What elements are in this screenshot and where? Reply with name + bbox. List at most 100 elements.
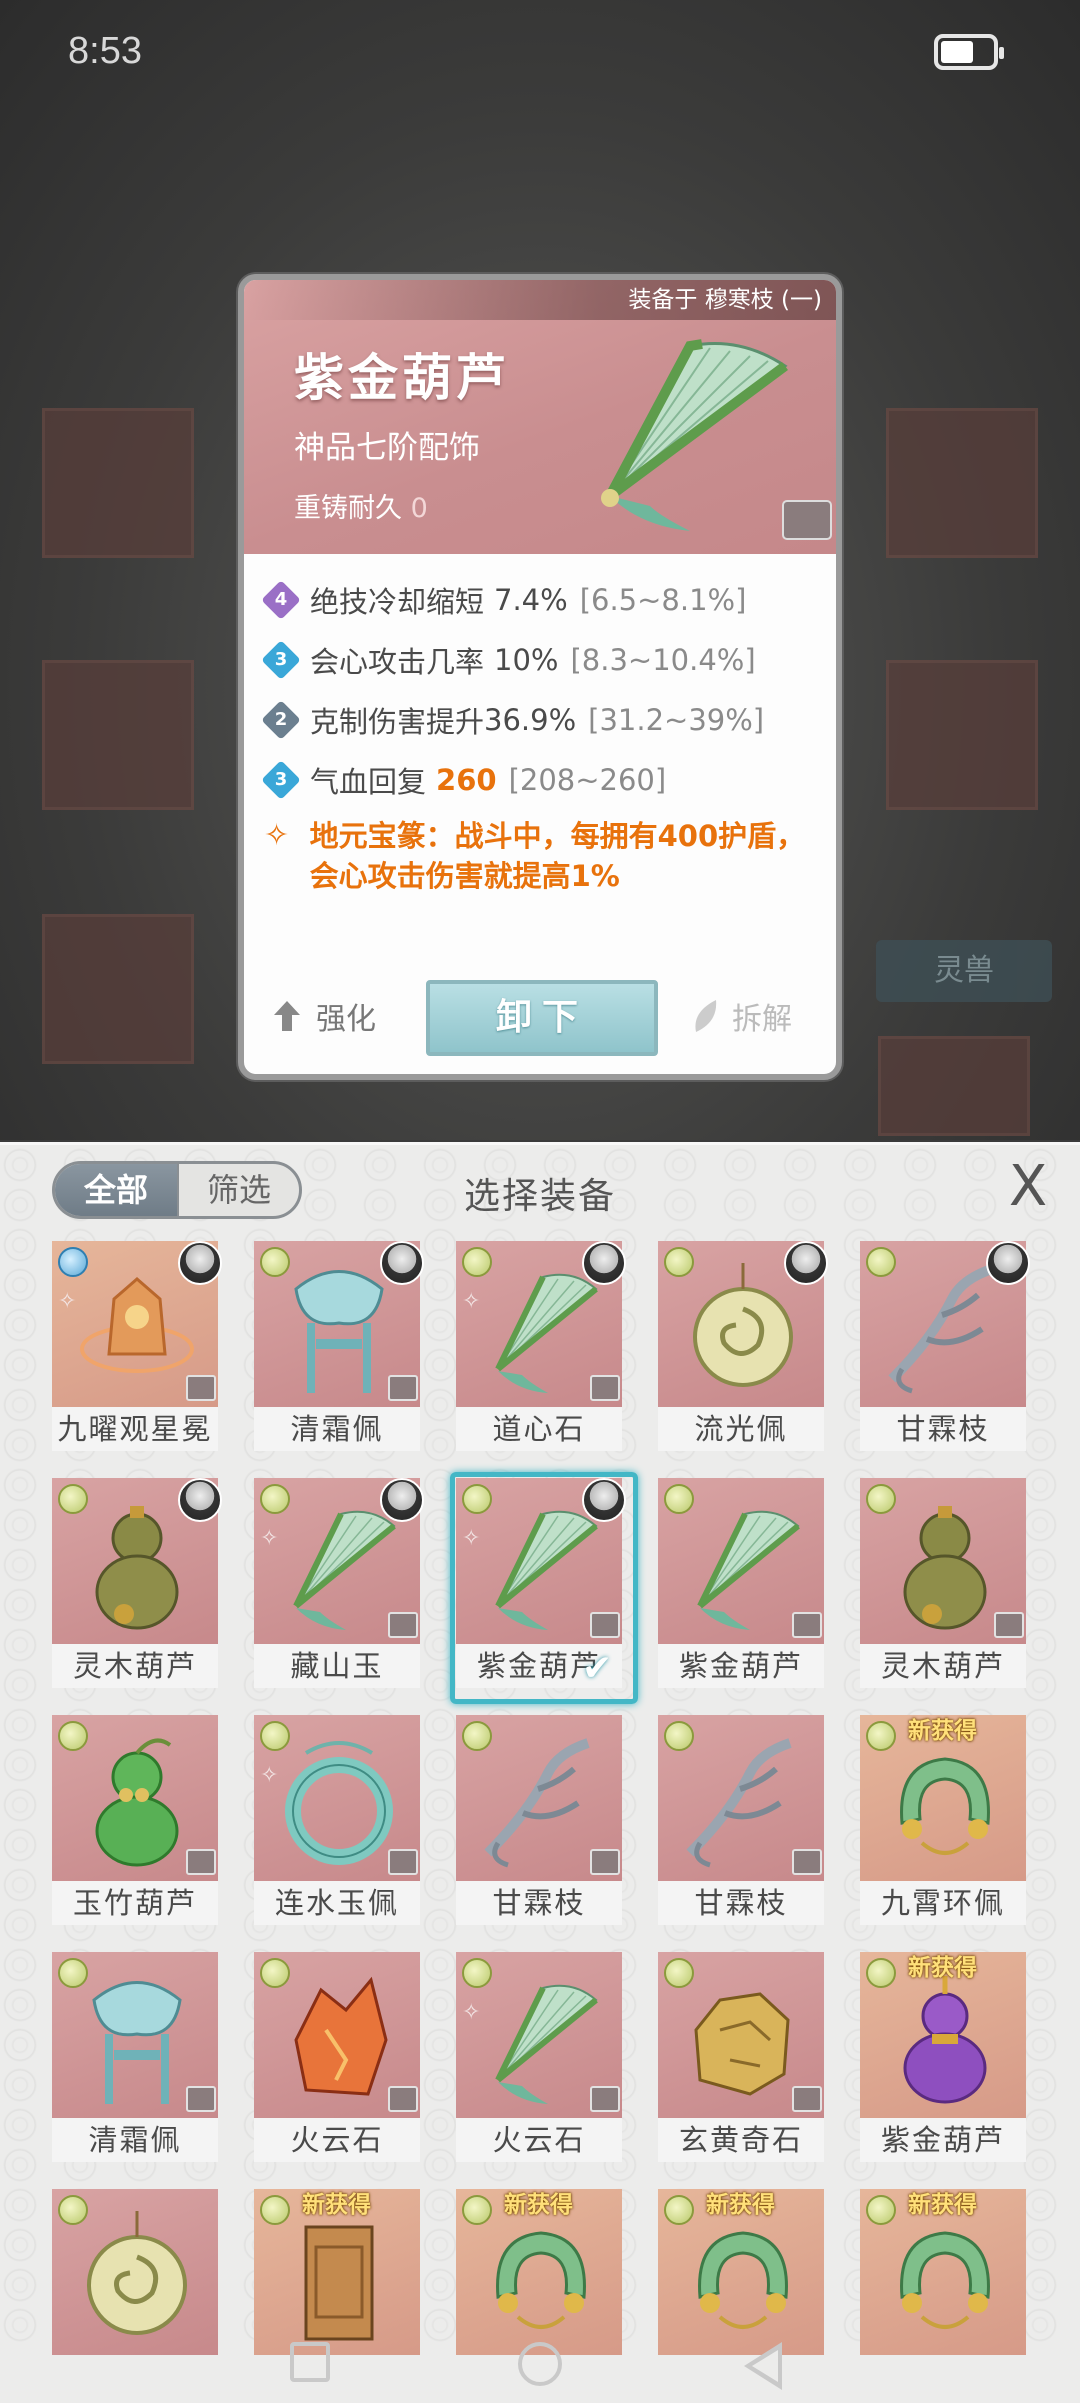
lock-icon[interactable] [782, 500, 832, 540]
equipment-slot[interactable]: ✧ 火云石 [454, 1950, 624, 2164]
equipment-card: ✧ [254, 1715, 420, 1881]
equipment-card [254, 1952, 420, 2118]
lock-icon [994, 1612, 1024, 1638]
gold-rock-icon [680, 1970, 806, 2108]
lock-icon [792, 1849, 822, 1875]
lock-icon [388, 1375, 418, 1401]
upgrade-button[interactable]: 强化 [272, 994, 376, 1038]
tier-icon [260, 2195, 290, 2225]
stat-range: [8.3~10.4%] [570, 643, 756, 677]
equipment-slot[interactable]: 新获得 九霄环佩 [858, 1713, 1028, 1927]
equipment-slot[interactable]: ✧ 连水玉佩 [252, 1713, 422, 1927]
fan-icon [478, 1496, 604, 1634]
equipment-card [658, 1715, 824, 1881]
crown-icon [74, 1259, 200, 1397]
unequip-button[interactable]: 卸下 [426, 980, 658, 1056]
back-icon[interactable] [744, 2342, 782, 2390]
equipment-card [52, 1478, 222, 1644]
lock-icon [792, 2086, 822, 2112]
equipment-name: 火云石 [456, 2118, 622, 2162]
equipment-slot[interactable]: 甘霖枝 [454, 1713, 624, 1927]
equipment-name: 火云石 [254, 2118, 420, 2162]
equipment-slot[interactable]: 玄黄奇石 [656, 1950, 826, 2164]
stat-range: [31.2~39%] [588, 703, 765, 737]
system-nav-bar [0, 2320, 1080, 2403]
equipment-slot[interactable]: 紫金葫芦 [656, 1476, 826, 1690]
equipment-slot[interactable]: 新获得 紫金葫芦 [858, 1950, 1028, 2164]
tier-icon [260, 1247, 290, 1277]
tier-icon [58, 1721, 88, 1751]
equipment-slot[interactable]: ✧ 九曜观星冕 [50, 1239, 222, 1453]
bg-slot [886, 660, 1038, 810]
flame-rock-icon [276, 1970, 402, 2108]
stat-value: 7.4% [494, 583, 568, 617]
tier-icon [260, 1958, 290, 1988]
lock-icon [590, 2086, 620, 2112]
set-effect-icon: ✧ [260, 1526, 279, 1551]
branch-icon [478, 1733, 604, 1871]
lock-icon [388, 2086, 418, 2112]
equipment-slot[interactable]: ✧ 紫金葫芦 ✔ [450, 1472, 638, 1704]
tier-icon [866, 2195, 896, 2225]
battery-icon [934, 34, 1004, 70]
equipment-slot[interactable]: 甘霖枝 [656, 1713, 826, 1927]
tier-icon [260, 1484, 290, 1514]
lock-icon [792, 1612, 822, 1638]
stat-level-badge: 3 [261, 760, 301, 800]
disc-icon [680, 1259, 806, 1397]
equipped-hero-avatar [178, 1478, 222, 1522]
equipment-card [860, 1241, 1030, 1407]
new-badge: 新获得 [908, 1718, 977, 1744]
equipment-card: 新获得 [860, 1952, 1026, 2118]
equipped-hero-avatar [582, 1478, 626, 1522]
equipped-hero-avatar [178, 1241, 222, 1285]
equipment-card: ✧ [52, 1241, 222, 1407]
equipment-name: 甘霖枝 [456, 1881, 622, 1925]
new-badge: 新获得 [908, 1955, 977, 1981]
lock-icon [186, 1849, 216, 1875]
equipment-card [52, 1952, 218, 2118]
equipment-slot[interactable]: 甘霖枝 [858, 1239, 1030, 1453]
bg-slot [886, 408, 1038, 558]
equipment-slot[interactable]: 清霜佩 [50, 1950, 220, 2164]
equipment-slot[interactable]: 清霜佩 [252, 1239, 424, 1453]
special-effect-text: 地元宝篆：战斗中，每拥有400护盾，会心攻击伤害就提高1% [309, 819, 806, 893]
stat-value: 10% [494, 643, 559, 677]
tier-icon [462, 1247, 492, 1277]
jade-knot-icon [74, 1970, 200, 2108]
set-effect-icon: ✧ [462, 1526, 481, 1551]
equipment-slot[interactable]: 火云石 [252, 1950, 422, 2164]
tier-icon [866, 1958, 896, 1988]
recents-icon[interactable] [290, 2342, 330, 2382]
equipped-hero-avatar [986, 1241, 1030, 1285]
equipped-hero-avatar [784, 1241, 828, 1285]
reforge-value: 0 [410, 493, 428, 524]
equipment-name: 九曜观星冕 [52, 1407, 218, 1451]
equipment-name: 玄黄奇石 [658, 2118, 824, 2162]
equipped-hero-avatar [582, 1241, 626, 1285]
equipment-slot[interactable]: ✧ 藏山玉 [252, 1476, 424, 1690]
fan-icon [478, 1970, 604, 2108]
lock-icon [590, 1849, 620, 1875]
tier-icon [866, 1247, 896, 1277]
fan-icon [276, 1496, 402, 1634]
tier-icon [462, 2195, 492, 2225]
detail-header: 装备于 穆寒枝 (一) 紫金葫芦 神品七阶配饰 重铸耐久 0 [244, 280, 836, 554]
arrow-up-icon [274, 1001, 300, 1031]
equipment-slot[interactable]: ✧ 道心石 [454, 1239, 626, 1453]
equipment-slot[interactable]: 灵木葫芦 [50, 1476, 222, 1690]
equipment-slot[interactable]: 流光佩 [656, 1239, 828, 1453]
tier-icon [664, 1484, 694, 1514]
home-icon[interactable] [518, 2342, 562, 2386]
equipment-name: 灵木葫芦 [860, 1644, 1026, 1688]
equipment-slot[interactable]: 灵木葫芦 [858, 1476, 1028, 1690]
close-button[interactable]: X [1002, 1157, 1054, 1217]
stat-level-badge: 3 [261, 640, 301, 680]
tier-icon [58, 1247, 88, 1277]
stat-label: 气血回复 [310, 765, 427, 799]
equipment-card [658, 1478, 824, 1644]
tier-icon [664, 1721, 694, 1751]
equipment-slot[interactable]: 玉竹葫芦 [50, 1713, 220, 1927]
equipment-card: ✧ [456, 1952, 622, 2118]
dismantle-button[interactable]: 拆解 [690, 994, 792, 1038]
